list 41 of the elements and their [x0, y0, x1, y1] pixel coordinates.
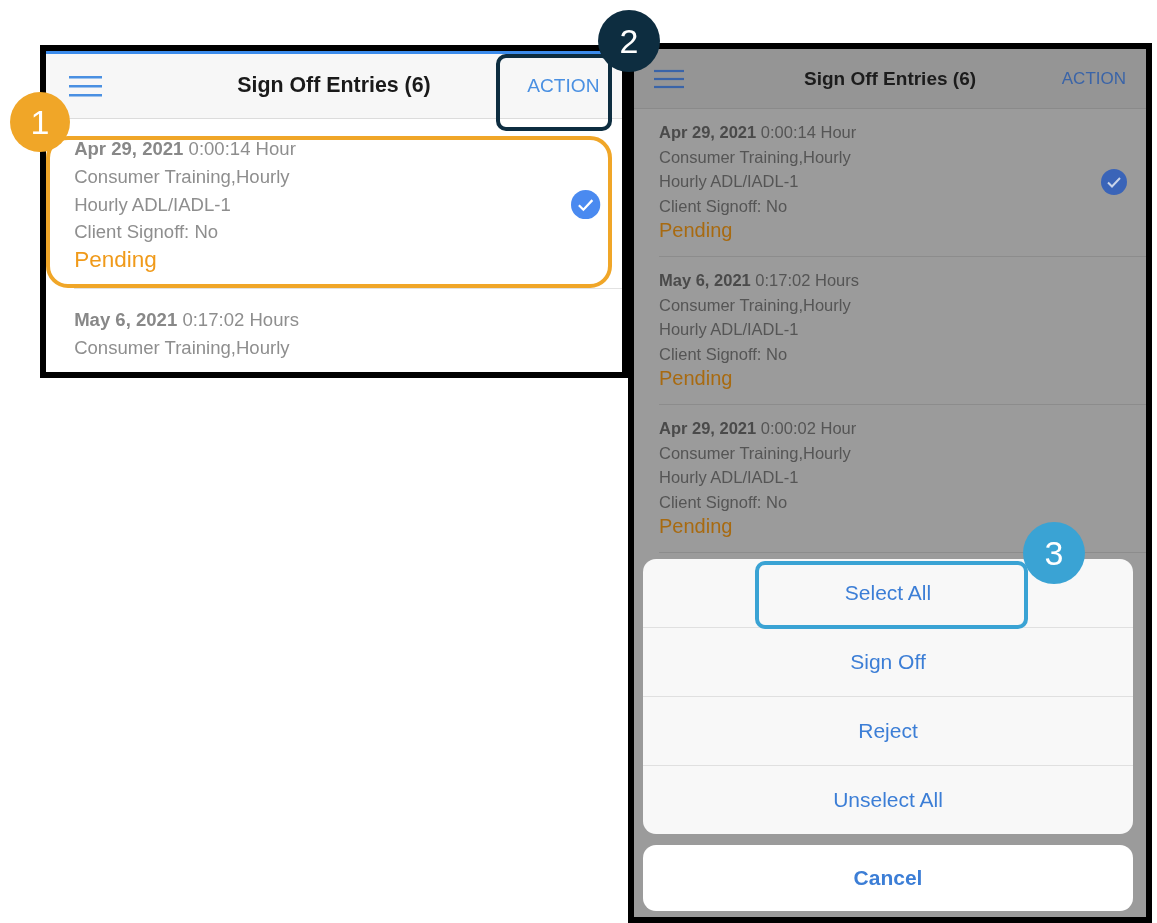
entry-date-duration: May 6, 2021 0:17:02 Hours — [74, 308, 299, 333]
action-sheet-option[interactable]: Select All — [763, 566, 1013, 620]
entry-detail: Hourly ADL/IADL-1 — [74, 192, 232, 217]
entry-detail: Hourly ADL/IADL-1 — [659, 171, 800, 192]
screen-title: Sign Off Entries (6) — [237, 73, 431, 99]
entry-row[interactable]: Apr 29, 2021 0:00:14 Hour Consumer Training,Hourly Hourly ADL/IADL-1 Client Signoff: No Pending — [74, 118, 622, 290]
entry-detail: Consumer Training,Hourly — [659, 294, 852, 316]
checkmark-icon[interactable] — [1101, 168, 1127, 195]
action-button[interactable]: ACTION — [527, 74, 600, 97]
action-button[interactable]: ACTION — [1061, 68, 1126, 89]
entry-detail: Client Signoff: No — [659, 491, 789, 513]
entry-detail: Consumer Training,Hourly — [659, 146, 852, 168]
entry-status: Pending — [74, 245, 158, 274]
entry-date-duration: May 6, 2021 0:17:02 Hours — [659, 270, 859, 291]
entry-row[interactable]: May 6, 2021 0:17:02 Hours Consumer Training,Hourly Hourly ADL/IADL-1 Client Signoff: No Pending — [659, 257, 1146, 405]
screen-title: Sign Off Entries (6) — [803, 67, 977, 90]
action-sheet-option[interactable]: Sign Off — [763, 635, 1013, 689]
entry-row[interactable]: Apr 29, 2021 0:00:14 Hour Consumer Training,Hourly Hourly ADL/IADL-1 Client Signoff: No Pending — [659, 109, 1146, 257]
menu-icon[interactable] — [68, 74, 103, 97]
cancel-button[interactable]: Cancel — [643, 845, 1133, 911]
entry-status: Pending — [659, 514, 734, 539]
entry-detail: Client Signoff: No — [659, 343, 789, 365]
entry-row[interactable]: May 6, 2021 0:17:02 Hours Consumer Training,Hourly — [74, 289, 622, 372]
entry-status: Pending — [659, 366, 734, 391]
entry-detail: Hourly ADL/IADL-1 — [659, 319, 800, 340]
step-number-badge: 1 — [10, 92, 70, 152]
step-number-badge: 2 — [598, 10, 660, 72]
checkmark-icon[interactable] — [571, 189, 601, 220]
entry-detail: Client Signoff: No — [659, 195, 789, 217]
entry-date-duration: Apr 29, 2021 0:00:14 Hour — [659, 122, 857, 143]
entry-detail: Client Signoff: No — [74, 220, 220, 245]
entry-date-duration: Apr 29, 2021 0:00:14 Hour — [74, 137, 296, 162]
entry-detail: Consumer Training,Hourly — [74, 335, 291, 360]
action-sheet-option[interactable]: Unselect All — [763, 773, 1013, 827]
entry-detail: Consumer Training,Hourly — [74, 164, 291, 189]
action-sheet-option[interactable]: Reject — [763, 704, 1013, 758]
entry-detail: Consumer Training,Hourly — [659, 442, 852, 464]
menu-icon[interactable] — [654, 68, 684, 89]
entry-detail: Hourly ADL/IADL-1 — [659, 467, 800, 488]
entry-status: Pending — [659, 218, 734, 243]
entry-date-duration: Apr 29, 2021 0:00:02 Hour — [659, 418, 857, 439]
